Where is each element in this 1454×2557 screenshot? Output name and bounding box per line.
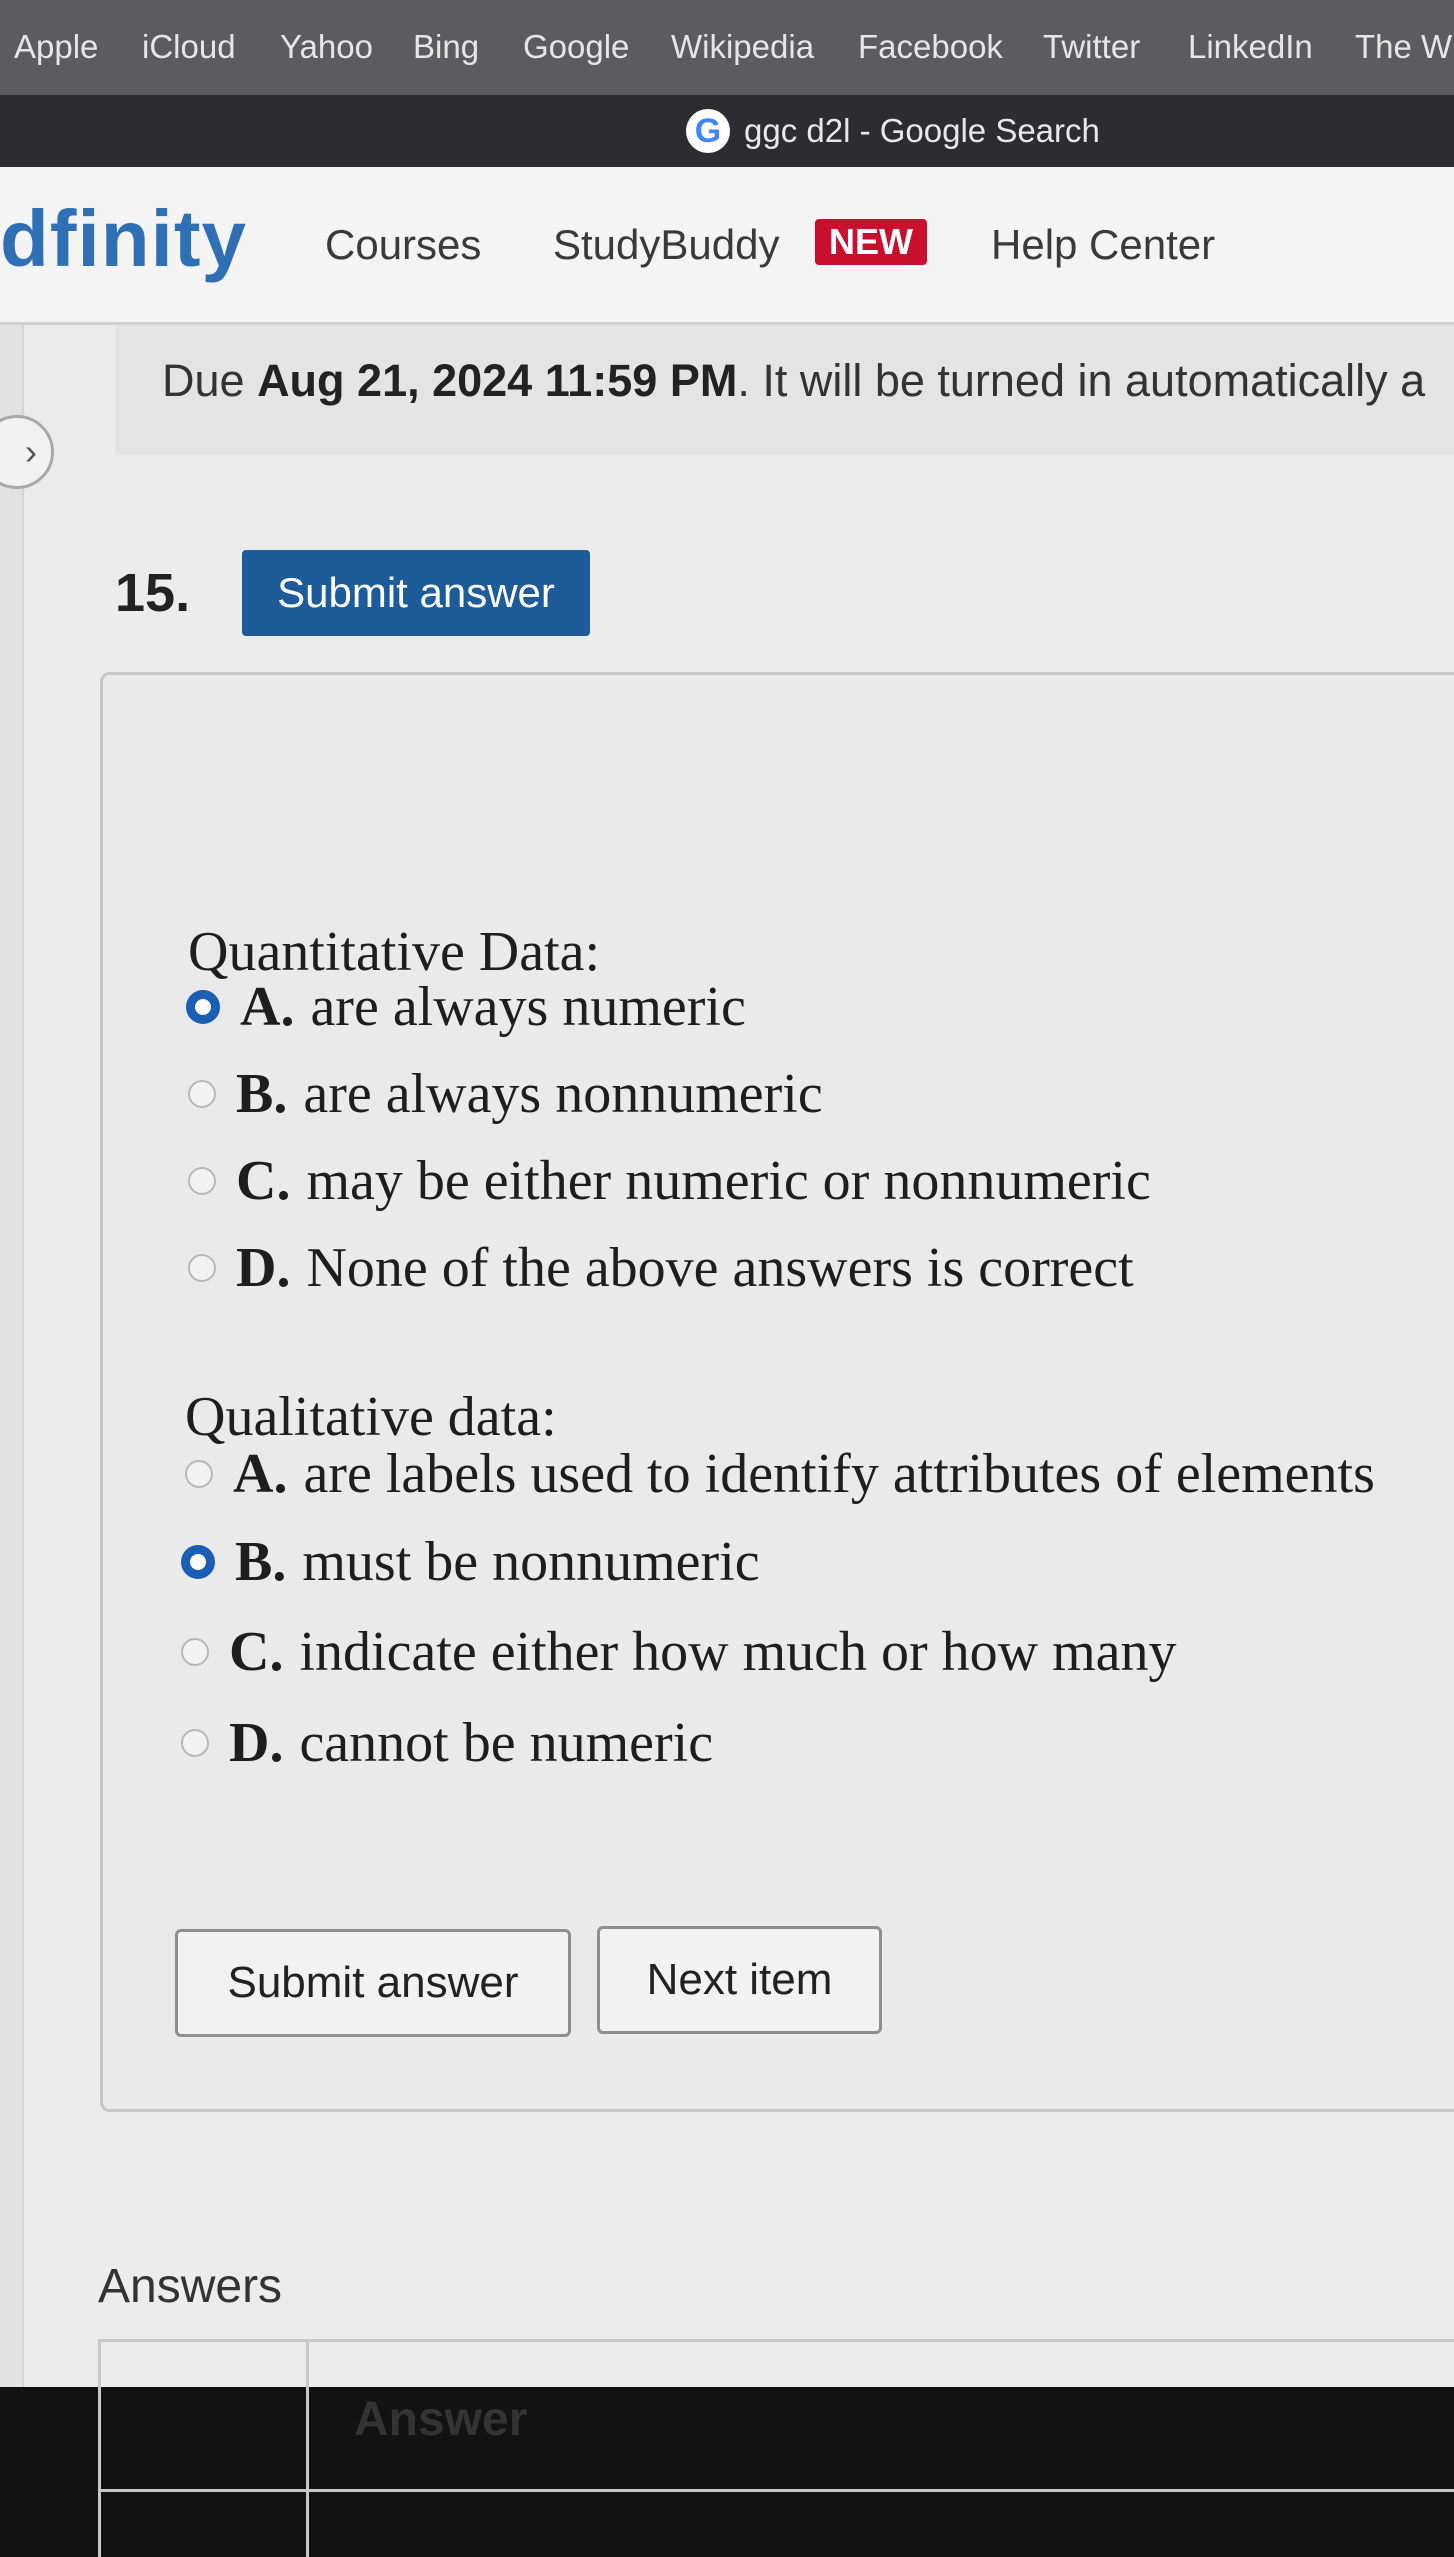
quantitative-option-a[interactable]: A. are always numeric bbox=[186, 975, 746, 1039]
radio-unselected[interactable] bbox=[181, 1729, 209, 1757]
radio-selected[interactable] bbox=[181, 1545, 215, 1579]
radio-unselected[interactable] bbox=[188, 1080, 216, 1108]
radio-selected[interactable] bbox=[186, 990, 220, 1024]
favorites-bar: Apple iCloud Yahoo Bing Google Wikipedia… bbox=[0, 0, 1454, 95]
qualitative-option-c[interactable]: C. indicate either how much or how many bbox=[181, 1620, 1177, 1684]
due-banner: Due Aug 21, 2024 11:59 PM. It will be tu… bbox=[115, 325, 1454, 455]
nav-help-center[interactable]: Help Center bbox=[991, 221, 1215, 269]
favorite-wikipedia[interactable]: Wikipedia bbox=[671, 28, 814, 66]
qualitative-title: Qualitative data: bbox=[185, 1386, 557, 1448]
answers-table: Answer bbox=[98, 2339, 1454, 2557]
qualitative-option-d[interactable]: D. cannot be numeric bbox=[181, 1711, 713, 1775]
browser-tab[interactable]: G ggc d2l - Google Search bbox=[686, 107, 1100, 155]
next-item-button[interactable]: Next item bbox=[597, 1926, 882, 2034]
due-text: Due Aug 21, 2024 11:59 PM. It will be tu… bbox=[162, 355, 1426, 406]
favorite-icloud[interactable]: iCloud bbox=[142, 28, 236, 66]
answers-heading: Answers bbox=[98, 2260, 283, 2313]
question-number: 15. bbox=[115, 563, 191, 623]
favorite-yahoo[interactable]: Yahoo bbox=[280, 28, 373, 66]
table-divider bbox=[101, 2489, 1454, 2492]
radio-unselected[interactable] bbox=[185, 1460, 213, 1488]
nav-studybuddy[interactable]: StudyBuddy bbox=[553, 221, 780, 269]
nav-courses[interactable]: Courses bbox=[325, 221, 481, 269]
browser-tab-title: ggc d2l - Google Search bbox=[744, 112, 1100, 149]
answer-column-header: Answer bbox=[354, 2393, 528, 2446]
new-badge: NEW bbox=[815, 219, 927, 265]
quantitative-option-b[interactable]: B. are always nonnumeric bbox=[188, 1062, 823, 1126]
submit-answer-top-button[interactable]: Submit answer bbox=[242, 550, 590, 636]
favorite-linkedin[interactable]: LinkedIn bbox=[1188, 28, 1313, 66]
google-icon: G bbox=[686, 109, 730, 153]
site-header: dfinity Courses StudyBuddy NEW Help Cent… bbox=[0, 167, 1454, 325]
favorite-apple[interactable]: Apple bbox=[14, 28, 98, 66]
quantitative-option-c[interactable]: C. may be either numeric or nonnumeric bbox=[188, 1149, 1151, 1213]
quantitative-option-d[interactable]: D. None of the above answers is correct bbox=[188, 1236, 1134, 1300]
left-rail bbox=[0, 325, 24, 2387]
browser-tab-bar: G ggc d2l - Google Search bbox=[0, 95, 1454, 167]
submit-answer-button[interactable]: Submit answer bbox=[175, 1929, 571, 2037]
favorite-google[interactable]: Google bbox=[523, 28, 629, 66]
favorite-bing[interactable]: Bing bbox=[413, 28, 479, 66]
qualitative-option-a[interactable]: A. are labels used to identify attributes… bbox=[185, 1442, 1375, 1506]
radio-unselected[interactable] bbox=[188, 1167, 216, 1195]
favorite-twitter[interactable]: Twitter bbox=[1043, 28, 1140, 66]
question-card: Quantitative Data: A. are always numeric … bbox=[100, 672, 1454, 2112]
qualitative-option-b[interactable]: B. must be nonnumeric bbox=[181, 1530, 760, 1594]
favorite-facebook[interactable]: Facebook bbox=[858, 28, 1003, 66]
radio-unselected[interactable] bbox=[181, 1638, 209, 1666]
course-page: dfinity Courses StudyBuddy NEW Help Cent… bbox=[0, 167, 1454, 2557]
radio-unselected[interactable] bbox=[188, 1254, 216, 1282]
site-logo[interactable]: dfinity bbox=[0, 193, 247, 285]
favorite-the-w[interactable]: The W bbox=[1355, 28, 1452, 66]
chevron-right-icon[interactable]: › bbox=[0, 415, 54, 489]
due-date: Aug 21, 2024 11:59 PM bbox=[257, 355, 738, 406]
table-divider bbox=[306, 2342, 309, 2557]
